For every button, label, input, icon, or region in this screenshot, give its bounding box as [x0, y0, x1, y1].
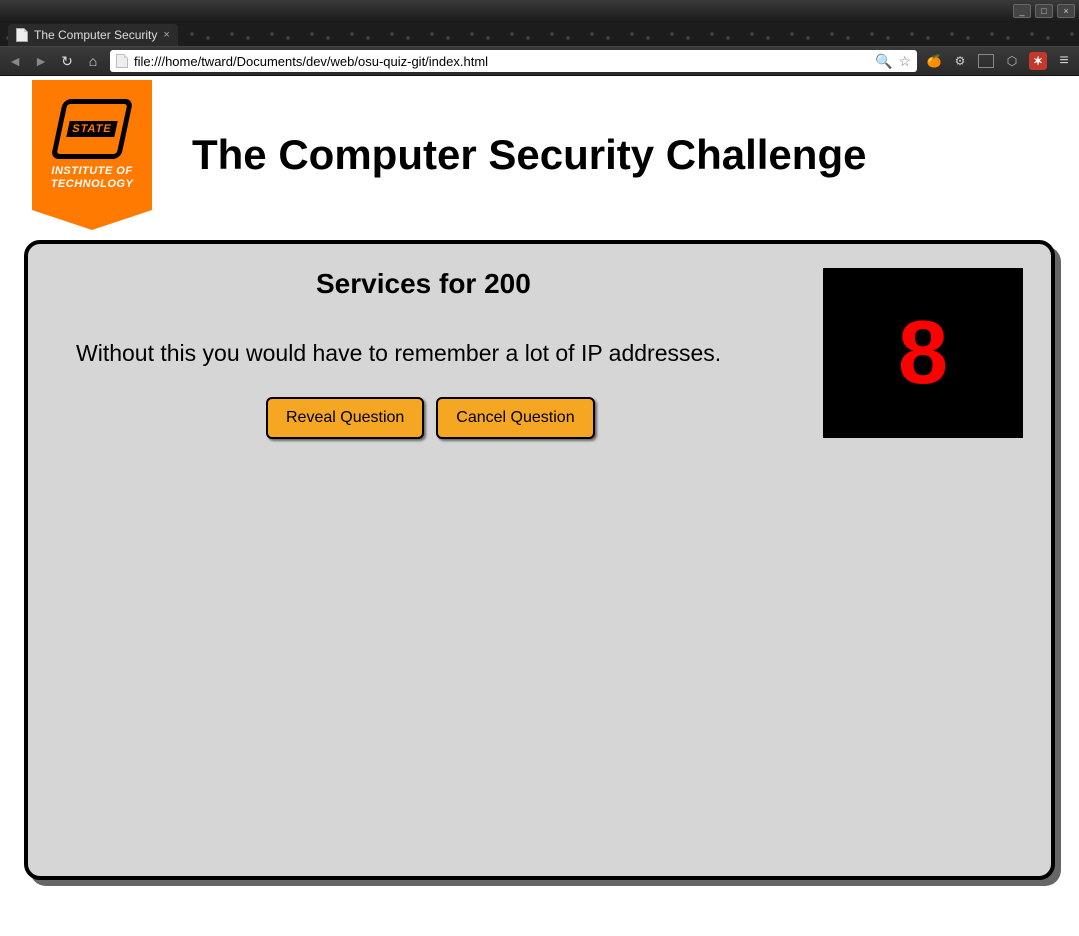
window-close-button[interactable]: ×	[1057, 4, 1075, 18]
extension-gear-icon[interactable]: ⚙	[951, 52, 969, 70]
site-page-icon	[116, 54, 128, 68]
browser-tab[interactable]: The Computer Security ×	[8, 24, 178, 46]
extension-shield-icon[interactable]: ⬡	[1003, 52, 1021, 70]
url-bar[interactable]: 🔍 ☆	[110, 50, 917, 72]
window-minimize-button[interactable]: _	[1013, 4, 1031, 18]
browser-menu-icon[interactable]: ≡	[1055, 52, 1073, 70]
timer-value: 8	[898, 302, 948, 405]
reload-icon[interactable]: ↻	[58, 53, 76, 70]
browser-toolbar: ◄ ► ↻ ⌂ 🔍 ☆ 🍊 ⚙ ⬡ ✶ ≡	[0, 46, 1079, 76]
tab-close-icon[interactable]: ×	[163, 29, 169, 41]
tab-title: The Computer Security	[34, 28, 157, 42]
cancel-question-button[interactable]: Cancel Question	[436, 397, 594, 439]
quiz-card: Services for 200 Without this you would …	[24, 240, 1055, 880]
osu-logo-banner: STATE INSTITUTE OF TECHNOLOGY	[32, 80, 152, 230]
extension-fruit-icon[interactable]: 🍊	[925, 52, 943, 70]
reveal-question-button[interactable]: Reveal Question	[266, 397, 424, 439]
back-icon[interactable]: ◄	[6, 53, 24, 69]
forward-icon[interactable]: ►	[32, 53, 50, 69]
zoom-icon[interactable]: 🔍	[875, 53, 892, 70]
osu-o-logo: STATE	[51, 99, 134, 159]
window-titlebar: _ □ ×	[0, 0, 1079, 22]
extension-panel-icon[interactable]	[977, 52, 995, 70]
url-input[interactable]	[134, 54, 869, 69]
window-maximize-button[interactable]: □	[1035, 4, 1053, 18]
timer-box: 8	[823, 268, 1023, 438]
page-icon	[16, 28, 28, 42]
page-header: STATE INSTITUTE OF TECHNOLOGY The Comput…	[0, 76, 1079, 240]
page-viewport: STATE INSTITUTE OF TECHNOLOGY The Comput…	[0, 76, 1079, 936]
page-title: The Computer Security Challenge	[192, 131, 866, 179]
osu-subtitle: INSTITUTE OF TECHNOLOGY	[51, 165, 134, 191]
bookmark-star-icon[interactable]: ☆	[898, 53, 911, 70]
osu-state-label: STATE	[67, 121, 118, 137]
browser-tab-strip: The Computer Security ×	[0, 22, 1079, 46]
extension-red-icon[interactable]: ✶	[1029, 52, 1047, 70]
home-icon[interactable]: ⌂	[84, 53, 102, 69]
